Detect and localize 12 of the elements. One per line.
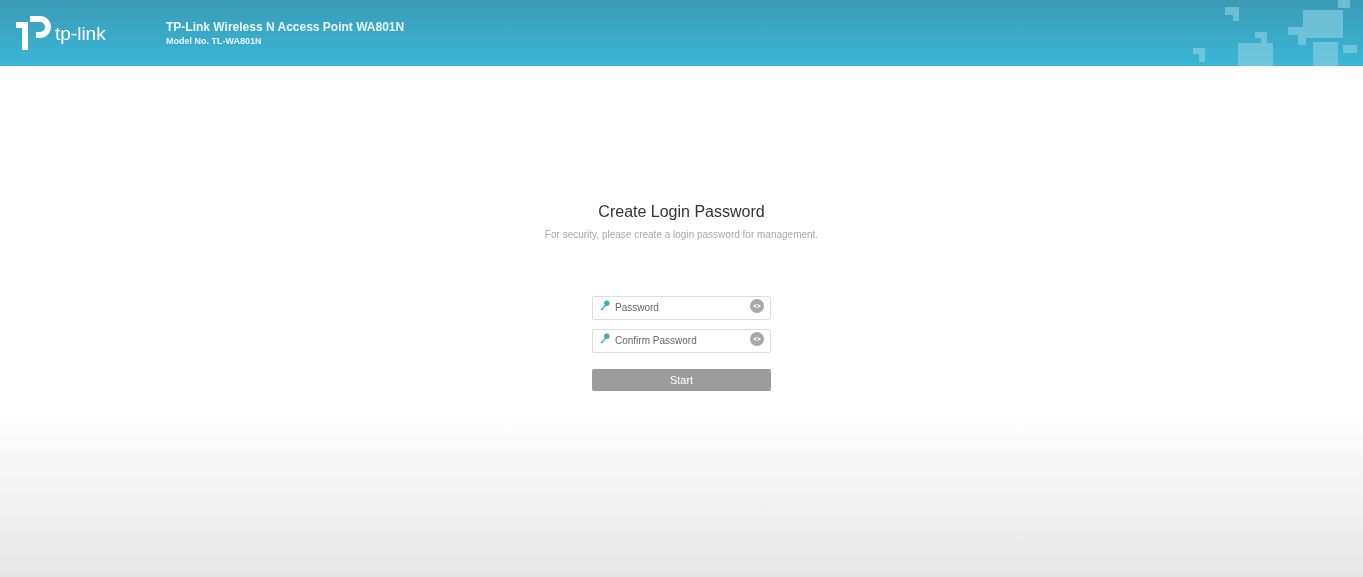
password-field[interactable]: Password xyxy=(592,295,771,320)
form-subtitle: For security, please create a login password for management. xyxy=(544,228,819,242)
password-field[interactable]: Confirm Password xyxy=(592,328,771,353)
logo-text: tp-link xyxy=(55,23,106,43)
logo-icon xyxy=(16,16,52,50)
eye-icon[interactable] xyxy=(750,299,764,313)
key-icon xyxy=(599,333,610,344)
device-title: TP-Link Wireless N Access Point WA801N xyxy=(166,19,405,35)
form-title: Create Login Password xyxy=(598,202,765,222)
key-icon xyxy=(599,300,610,311)
model-number: Model No. TL-WA801N xyxy=(166,35,263,47)
eye-icon[interactable] xyxy=(750,332,764,346)
